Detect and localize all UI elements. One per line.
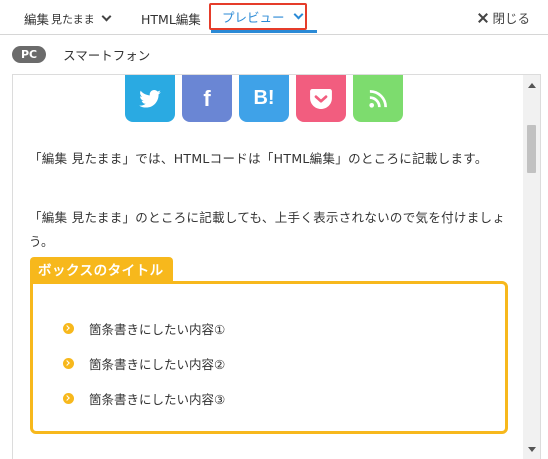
list-item: 箇条書きにしたい内容② xyxy=(63,346,225,381)
tab-preview-label: プレビュー xyxy=(222,10,285,25)
chevron-down-icon xyxy=(101,11,112,22)
share-buttons: f B! xyxy=(125,75,403,122)
device-pc-button[interactable]: PC xyxy=(12,46,47,63)
chevron-right-circle-icon xyxy=(63,323,74,334)
pocket-share-button[interactable] xyxy=(296,75,346,122)
preview-content: f B! 「編集 見たまま」では、HTMLコードは「HTML編集」のところに記載… xyxy=(13,75,523,459)
twitter-share-button[interactable] xyxy=(125,75,175,122)
facebook-icon: f xyxy=(203,85,211,111)
chevron-down-icon xyxy=(293,9,303,20)
hatena-share-button[interactable]: B! xyxy=(239,75,289,122)
content-paragraph: 「編集 見たまま」では、HTMLコードは「HTML編集」のところに記載します。 xyxy=(29,151,488,166)
rss-icon xyxy=(369,89,387,108)
device-toggle: PC スマートフォン xyxy=(12,45,150,64)
close-icon xyxy=(478,13,488,23)
scrollbar-thumb[interactable] xyxy=(527,125,536,173)
chevron-right-circle-icon xyxy=(63,358,74,369)
preview-frame: f B! 「編集 見たまま」では、HTMLコードは「HTML編集」のところに記載… xyxy=(12,74,541,459)
device-smartphone-button[interactable]: スマートフォン xyxy=(63,45,150,64)
tab-html-edit[interactable]: HTML編集 xyxy=(141,9,201,28)
tab-edit-label: 編集 xyxy=(24,12,50,27)
list-item: 箇条書きにしたい内容③ xyxy=(63,381,225,416)
list-item-text: 箇条書きにしたい内容③ xyxy=(89,392,226,407)
list-item: 箇条書きにしたい内容① xyxy=(63,311,225,346)
bullet-list: 箇条書きにしたい内容① 箇条書きにしたい内容② 箇条書きにしたい内容③ xyxy=(63,311,225,416)
pocket-icon xyxy=(310,88,332,109)
scroll-down-arrow-icon[interactable] xyxy=(528,447,536,452)
close-label: 閉じる xyxy=(492,11,530,26)
twitter-icon xyxy=(139,89,161,108)
content-paragraph: 「編集 見たまま」のところに記載しても、上手く表示されないので気を付けましょう。 xyxy=(29,210,506,249)
tab-html-label: HTML編集 xyxy=(141,12,201,27)
rss-feed-button[interactable] xyxy=(353,75,403,122)
tab-edit-mode: 見たまま xyxy=(51,12,95,26)
editor-tab-bar: 編集 見たまま HTML編集 プレビュー 閉じる xyxy=(0,0,548,35)
tab-preview[interactable]: プレビュー xyxy=(209,3,307,30)
scroll-up-arrow-icon[interactable] xyxy=(528,83,536,88)
chevron-right-circle-icon xyxy=(63,393,74,404)
content-box: 箇条書きにしたい内容① 箇条書きにしたい内容② 箇条書きにしたい内容③ xyxy=(30,281,508,434)
list-item-text: 箇条書きにしたい内容② xyxy=(89,357,226,372)
vertical-scrollbar[interactable] xyxy=(523,75,540,459)
tab-edit-wysiwyg[interactable]: 編集 見たまま xyxy=(24,9,112,28)
box-title: ボックスのタイトル xyxy=(30,257,173,281)
hatena-bookmark-icon: B! xyxy=(253,87,275,109)
close-button[interactable]: 閉じる xyxy=(478,8,530,27)
facebook-share-button[interactable]: f xyxy=(182,75,232,122)
active-tab-indicator xyxy=(211,30,317,33)
list-item-text: 箇条書きにしたい内容① xyxy=(89,322,226,337)
